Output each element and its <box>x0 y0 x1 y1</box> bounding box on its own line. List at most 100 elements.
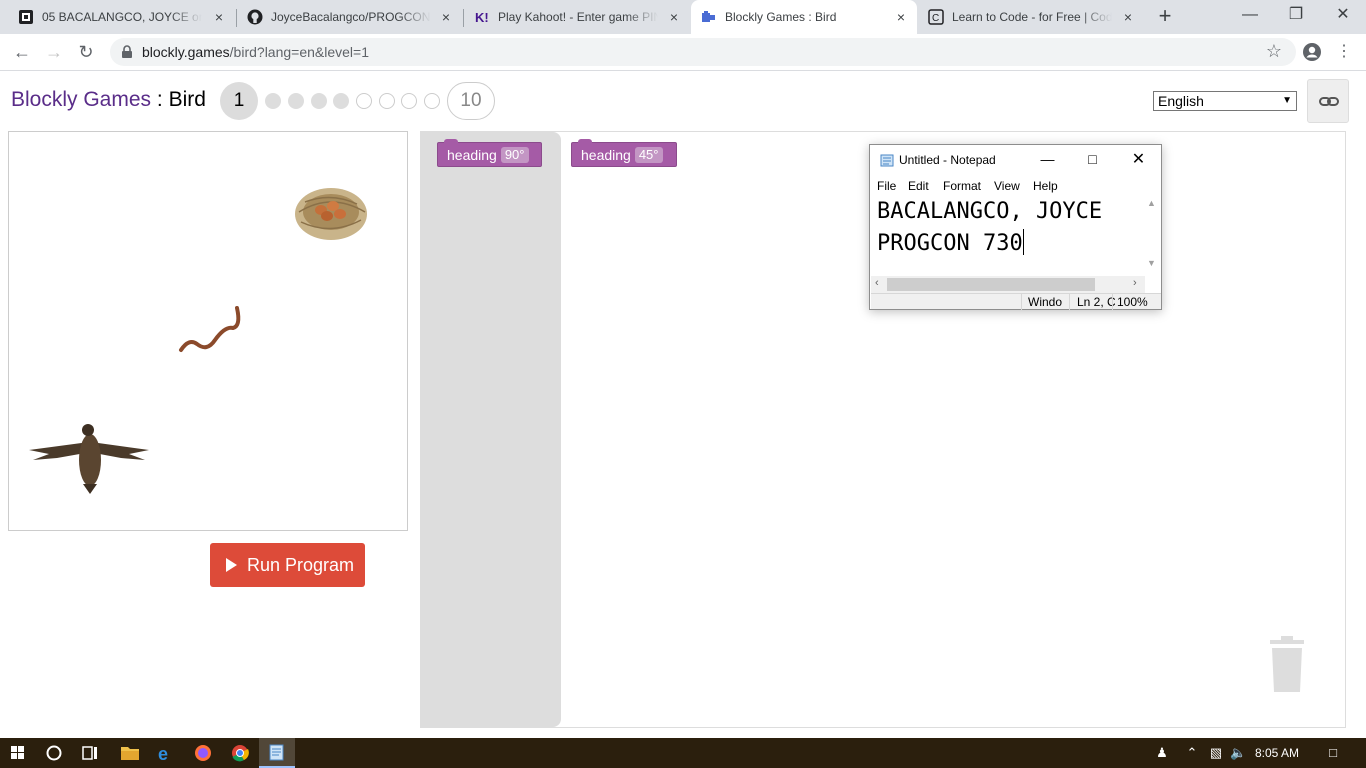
url-text: blockly.games/bird?lang=en&level=1 <box>142 44 369 60</box>
svg-text:K!: K! <box>475 10 489 25</box>
blockly-puzzle-icon <box>701 9 717 25</box>
browser-toolbar: ← → ↻ blockly.games/bird?lang=en&level=1… <box>0 34 1366 71</box>
people-icon[interactable]: ♟ <box>1154 745 1170 761</box>
tab-title: Blockly Games : Bird <box>725 10 837 24</box>
windows-taskbar: e ♟ ⌃ ▧ 🔈 8:05 AM □ <box>0 738 1366 768</box>
level-dot[interactable] <box>379 93 395 109</box>
tab-close-icon[interactable]: × <box>893 9 909 25</box>
tab-blockly-bird[interactable]: Blockly Games : Bird × <box>691 0 917 34</box>
minimize-icon[interactable]: — <box>1227 0 1273 32</box>
link-button[interactable] <box>1307 79 1349 123</box>
chrome-icon[interactable] <box>222 738 258 768</box>
menu-file[interactable]: File <box>877 179 896 193</box>
vertical-scrollbar[interactable]: ▲ ▼ <box>1144 196 1161 276</box>
page-title: Blockly Games : Bird <box>11 88 206 112</box>
scroll-thumb[interactable] <box>887 278 1095 291</box>
tab-kahoot[interactable]: K! Play Kahoot! - Enter game PIN × <box>464 0 690 34</box>
menu-format[interactable]: Format <box>943 179 981 193</box>
status-encoding: Windo <box>1028 295 1063 309</box>
address-bar[interactable]: blockly.games/bird?lang=en&level=1 ☆ <box>110 38 1296 66</box>
tab-close-icon[interactable]: × <box>1120 9 1136 25</box>
forward-icon[interactable]: → <box>42 40 66 64</box>
close-window-icon[interactable]: ✕ <box>1320 0 1366 32</box>
scroll-right-icon[interactable]: › <box>1133 277 1137 289</box>
clock[interactable]: 8:05 AM <box>1255 746 1299 760</box>
back-icon[interactable]: ← <box>10 40 34 64</box>
heading-block-toolbox[interactable]: heading 90° <box>437 139 542 167</box>
menu-kebab-icon[interactable]: ⋮ <box>1332 40 1356 64</box>
title-separator: : <box>151 88 169 111</box>
tab-close-icon[interactable]: × <box>666 9 682 25</box>
file-explorer-icon[interactable] <box>111 738 147 768</box>
level-dot[interactable] <box>424 93 440 109</box>
heading-block-workspace[interactable]: heading 45° <box>571 139 677 167</box>
notepad-icon <box>880 153 894 172</box>
reload-icon[interactable]: ↻ <box>74 40 98 64</box>
browser-tab-strip: 05 BACALANGCO, JOYCE on 20 × JoyceBacala… <box>0 0 1366 34</box>
tab-title: JoyceBacalangco/PROGCON: M <box>271 10 431 24</box>
tab-close-icon[interactable]: × <box>211 9 227 25</box>
link-icon <box>1319 97 1339 106</box>
horizontal-scrollbar[interactable]: ‹ › <box>871 276 1145 293</box>
blockly-games-link[interactable]: Blockly Games <box>11 88 151 111</box>
run-program-label: Run Program <box>247 554 355 575</box>
notepad-titlebar[interactable]: Untitled - Notepad — □ ✕ <box>870 145 1161 175</box>
volume-icon[interactable]: 🔈 <box>1230 745 1246 761</box>
status-zoom: 100% <box>1117 295 1148 309</box>
level-dot[interactable] <box>265 93 281 109</box>
search-icon[interactable] <box>36 738 72 768</box>
notepad-maximize-icon[interactable]: □ <box>1070 145 1115 175</box>
new-tab-icon[interactable]: + <box>1153 5 1177 29</box>
angle-field[interactable]: 45° <box>634 146 663 163</box>
scroll-up-icon[interactable]: ▲ <box>1147 198 1156 208</box>
menu-edit[interactable]: Edit <box>908 179 929 193</box>
block-label: heading <box>447 146 497 163</box>
svg-text:e: e <box>158 744 168 764</box>
level-last[interactable]: 10 <box>447 82 495 120</box>
task-view-icon[interactable] <box>72 738 108 768</box>
angle-field[interactable]: 90° <box>500 146 529 163</box>
scroll-down-icon[interactable]: ▼ <box>1147 258 1156 268</box>
nest-icon <box>295 188 367 240</box>
run-program-button[interactable]: Run Program <box>210 543 365 587</box>
url-host: blockly.games <box>142 44 230 60</box>
tab-code-org[interactable]: C Learn to Code - for Free | Code × <box>918 0 1144 34</box>
worm-icon <box>179 306 241 352</box>
text-line-2: PROGCON 730 <box>877 231 1023 256</box>
status-divider <box>1112 294 1113 310</box>
edge-icon[interactable]: e <box>148 738 184 768</box>
url-path: /bird?lang=en&level=1 <box>229 44 370 60</box>
tab-github[interactable]: JoyceBacalangco/PROGCON: M × <box>237 0 462 34</box>
play-icon <box>226 558 237 572</box>
notepad-taskbar-icon[interactable] <box>259 738 295 768</box>
firefox-icon[interactable] <box>185 738 221 768</box>
level-dot[interactable] <box>356 93 372 109</box>
network-icon[interactable]: ▧ <box>1208 745 1224 761</box>
language-select[interactable]: English ▼ <box>1153 91 1297 111</box>
notepad-menubar: File Edit Format View Help <box>870 176 1161 195</box>
tab-classroom[interactable]: 05 BACALANGCO, JOYCE on 20 × <box>8 0 235 34</box>
level-dot[interactable] <box>288 93 304 109</box>
tab-close-icon[interactable]: × <box>438 9 454 25</box>
menu-help[interactable]: Help <box>1033 179 1058 193</box>
notepad-text-area[interactable]: BACALANGCO, JOYCE PROGCON 730 <box>871 196 1145 276</box>
windows-start-icon[interactable] <box>0 738 36 768</box>
restore-icon[interactable]: ❐ <box>1273 0 1319 32</box>
trash-can-icon[interactable] <box>1266 636 1308 694</box>
profile-icon[interactable] <box>1300 40 1324 64</box>
show-hidden-icons-icon[interactable]: ⌃ <box>1184 745 1200 761</box>
action-center-icon[interactable]: □ <box>1325 745 1341 761</box>
menu-view[interactable]: View <box>994 179 1020 193</box>
github-icon <box>247 9 263 25</box>
level-dot[interactable] <box>311 93 327 109</box>
kahoot-icon: K! <box>474 9 490 25</box>
tab-title: Play Kahoot! - Enter game PIN <box>498 10 658 24</box>
notepad-close-icon[interactable]: ✕ <box>1116 145 1161 175</box>
level-dot[interactable] <box>401 93 417 109</box>
notepad-minimize-icon[interactable]: — <box>1025 145 1070 175</box>
scroll-left-icon[interactable]: ‹ <box>875 277 879 289</box>
level-dot[interactable] <box>333 93 349 109</box>
bookmark-star-icon[interactable]: ☆ <box>1266 41 1282 62</box>
level-current[interactable]: 1 <box>220 82 258 120</box>
block-notch <box>578 139 592 144</box>
